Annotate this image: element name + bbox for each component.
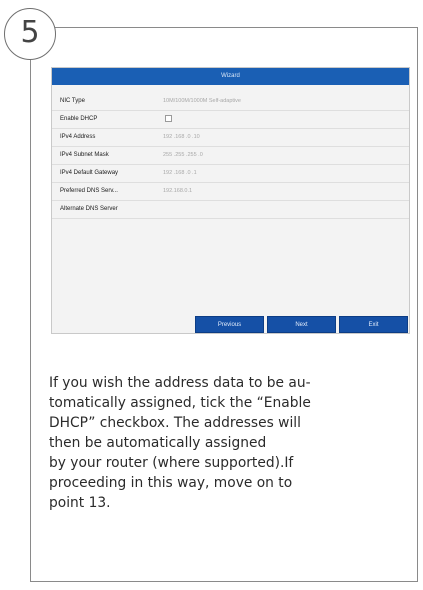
instruction-line: If you wish the address data to be au- [49, 375, 311, 391]
instruction-line: then be automatically assigned [49, 435, 267, 451]
step-number-badge: 5 [4, 8, 56, 60]
subnet-mask-label: IPv4 Subnet Mask [60, 152, 109, 158]
instruction-text: If you wish the address data to be au- t… [49, 373, 411, 513]
subnet-mask-field[interactable]: 255 .255 .255 .0 [163, 147, 203, 164]
ipv4-address-field[interactable]: 192 .168 .0 .10 [163, 129, 200, 146]
preferred-dns-label: Preferred DNS Serv... [60, 188, 118, 194]
instruction-line: DHCP” checkbox. The addresses will [49, 415, 301, 431]
ipv4-address-label: IPv4 Address [60, 134, 96, 140]
enable-dhcp-checkbox[interactable] [165, 115, 172, 122]
row-nic-type: NIC Type 10M/100M/1000M Self-adaptive [52, 93, 409, 111]
instruction-line: point 13. [49, 495, 111, 511]
row-preferred-dns: Preferred DNS Serv... 192.168.0.1 [52, 183, 409, 201]
row-subnet-mask: IPv4 Subnet Mask 255 .255 .255 .0 [52, 147, 409, 165]
nic-type-label: NIC Type [60, 98, 85, 104]
row-alternate-dns: Alternate DNS Server [52, 201, 409, 219]
wizard-screenshot: Wizard NIC Type 10M/100M/1000M Self-adap… [51, 67, 410, 334]
preferred-dns-field[interactable]: 192.168.0.1 [163, 183, 192, 200]
instruction-line: proceeding in this way, move on to [49, 475, 293, 491]
exit-button[interactable]: Exit [339, 316, 408, 333]
next-button[interactable]: Next [267, 316, 336, 333]
row-default-gateway: IPv4 Default Gateway 192 .168 .0 .1 [52, 165, 409, 183]
row-ipv4-address: IPv4 Address 192 .168 .0 .10 [52, 129, 409, 147]
instruction-line: tomatically assigned, tick the “Enable [49, 395, 311, 411]
enable-dhcp-label: Enable DHCP [60, 116, 98, 122]
default-gateway-label: IPv4 Default Gateway [60, 170, 119, 176]
row-enable-dhcp: Enable DHCP [52, 111, 409, 129]
instruction-line: by your router (where supported).If [49, 455, 294, 471]
previous-button[interactable]: Previous [195, 316, 264, 333]
alternate-dns-label: Alternate DNS Server [60, 206, 118, 212]
wizard-title: Wizard [52, 68, 409, 85]
nic-type-value: 10M/100M/1000M Self-adaptive [163, 98, 241, 104]
default-gateway-field[interactable]: 192 .168 .0 .1 [163, 165, 197, 182]
